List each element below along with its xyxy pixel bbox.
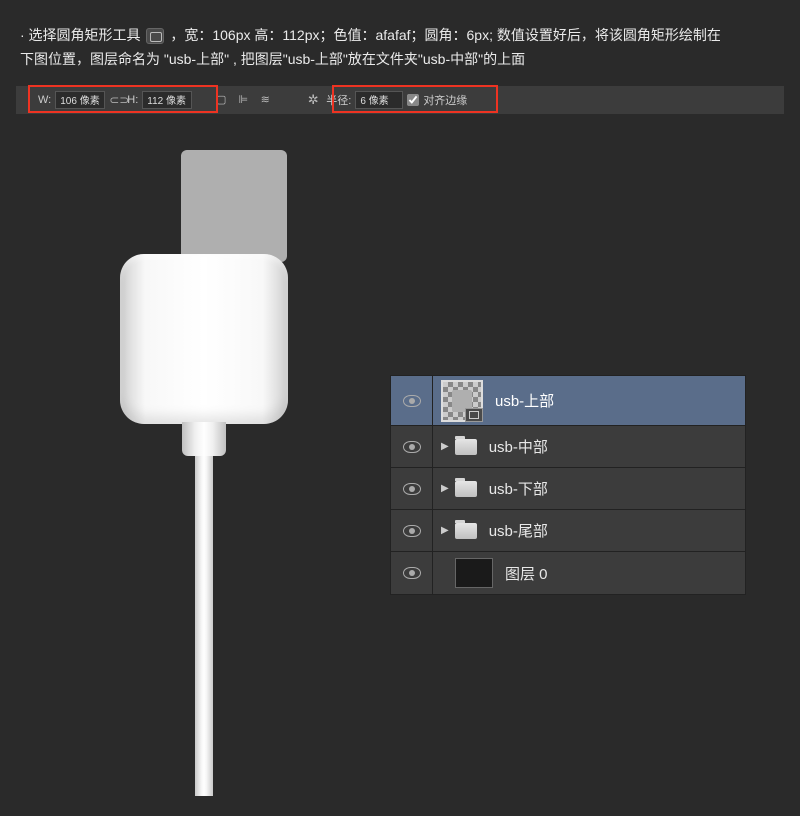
- layer-name-label: 图层 0: [505, 563, 548, 584]
- arrange-icon[interactable]: ≋: [256, 91, 274, 109]
- eye-icon: [403, 525, 421, 537]
- expand-arrow-icon[interactable]: ▶: [441, 525, 449, 536]
- instruction-line1-prefix: · 选择圆角矩形工具: [20, 27, 141, 43]
- expand-arrow-icon[interactable]: ▶: [441, 441, 449, 452]
- layer-thumbnail[interactable]: [441, 380, 483, 422]
- layer-row-usb-tail[interactable]: ▶ usb-尾部: [391, 510, 745, 552]
- layer-visibility-toggle[interactable]: [391, 552, 433, 594]
- folder-icon: [455, 439, 477, 455]
- radius-input[interactable]: [355, 91, 403, 109]
- layer-visibility-toggle[interactable]: [391, 376, 433, 425]
- width-label: W:: [38, 94, 51, 106]
- instruction-text: · 选择圆角矩形工具 ，宽：106px 高：112px；色值：afafaf；圆角…: [0, 0, 800, 82]
- options-bar: W: ⊂⊃ H: ▢ ⊫ ≋ ✲ 半径: 对齐边缘: [16, 86, 784, 114]
- layer-name-label: usb-下部: [489, 478, 548, 499]
- layer-name-label: usb-上部: [495, 390, 554, 411]
- layer-row-background[interactable]: 图层 0: [391, 552, 745, 594]
- instruction-line2: 下图位置，图层命名为 "usb-上部" , 把图层"usb-上部"放在文件夹"u…: [20, 51, 525, 67]
- layer-row-usb-top[interactable]: usb-上部: [391, 376, 745, 426]
- expand-arrow-icon[interactable]: ▶: [441, 483, 449, 494]
- layer-visibility-toggle[interactable]: [391, 426, 433, 467]
- eye-icon: [403, 483, 421, 495]
- eye-icon: [403, 441, 421, 453]
- layer-visibility-toggle[interactable]: [391, 468, 433, 509]
- layers-panel: usb-上部 ▶ usb-中部 ▶ usb-下部 ▶ usb-尾部: [390, 375, 746, 595]
- pathops-icon[interactable]: ▢: [212, 91, 230, 109]
- align-edges-checkbox[interactable]: [407, 94, 419, 106]
- usb-illustration: [120, 150, 288, 796]
- rounded-rect-tool-icon: [146, 28, 164, 44]
- layer-row-usb-middle[interactable]: ▶ usb-中部: [391, 426, 745, 468]
- layer-row-usb-bottom[interactable]: ▶ usb-下部: [391, 468, 745, 510]
- layer-name-label: usb-中部: [489, 436, 548, 457]
- eye-icon: [403, 567, 421, 579]
- radius-label: 半径:: [326, 92, 351, 108]
- gear-icon[interactable]: ✲: [304, 91, 322, 109]
- width-input[interactable]: [55, 91, 105, 109]
- align-edges-label: 对齐边缘: [423, 92, 467, 108]
- usb-bottom-shape: [182, 422, 226, 456]
- instruction-line1-suffix: ，宽：106px 高：112px；色值：afafaf；圆角：6px; 数值设置好…: [170, 27, 721, 43]
- usb-middle-shape: [120, 254, 288, 424]
- layer-thumbnail[interactable]: [455, 558, 493, 588]
- layer-name-label: usb-尾部: [489, 520, 548, 541]
- height-label: H:: [127, 94, 138, 106]
- folder-icon: [455, 481, 477, 497]
- link-wh-icon[interactable]: ⊂⊃: [109, 93, 123, 107]
- align-icon[interactable]: ⊫: [234, 91, 252, 109]
- usb-top-shape: [181, 150, 287, 262]
- vector-mask-badge-icon: [465, 408, 483, 422]
- height-input[interactable]: [142, 91, 192, 109]
- eye-icon: [403, 395, 421, 407]
- usb-tail-shape: [195, 456, 213, 796]
- folder-icon: [455, 523, 477, 539]
- layer-visibility-toggle[interactable]: [391, 510, 433, 551]
